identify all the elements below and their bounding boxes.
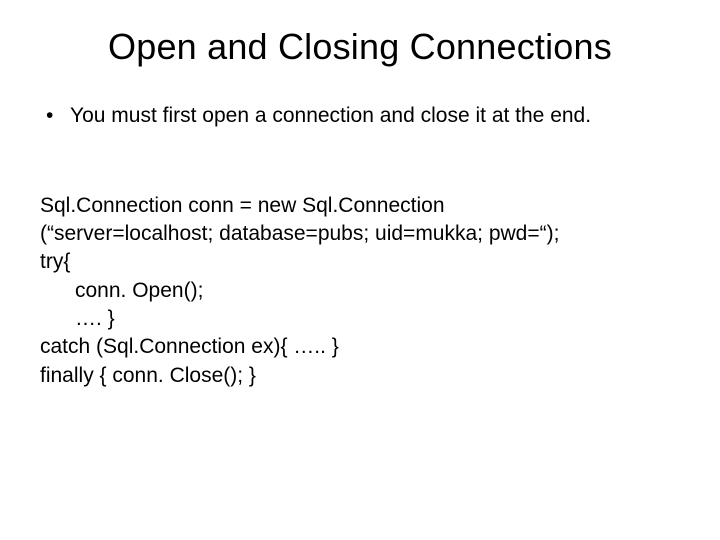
bullet-dot-icon: •	[46, 102, 70, 129]
code-line: finally { conn. Close(); }	[40, 364, 256, 387]
code-line: catch (Sql.Connection ex){ ….. }	[40, 335, 339, 358]
bullet-text: You must first open a connection and clo…	[70, 102, 591, 129]
code-line: try{	[40, 250, 70, 273]
code-line: conn. Open();	[40, 279, 203, 302]
slide: Open and Closing Connections • You must …	[0, 0, 720, 540]
code-line: …. }	[40, 307, 115, 330]
bullet-item: • You must first open a connection and c…	[40, 102, 680, 129]
slide-title: Open and Closing Connections	[40, 26, 680, 68]
code-block: Sql.Connection conn = new Sql.Connection…	[40, 163, 680, 390]
code-line: (“server=localhost; database=pubs; uid=m…	[40, 222, 559, 245]
code-line: Sql.Connection conn = new Sql.Connection	[40, 194, 445, 217]
